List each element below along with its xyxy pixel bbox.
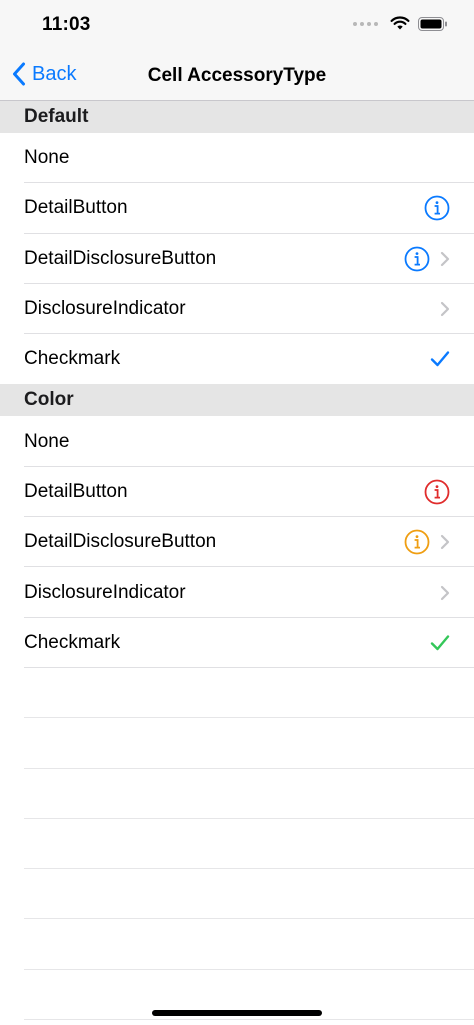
row-label: DisclosureIndicator [24, 581, 186, 603]
row-label: DisclosureIndicator [24, 298, 186, 320]
row-label: DetailButton [24, 197, 128, 219]
section-header-color: Color [0, 384, 474, 417]
row-color-detail-button[interactable]: DetailButton [0, 466, 474, 518]
row-label: DetailButton [24, 480, 128, 502]
info-icon[interactable] [404, 246, 430, 272]
row-default-disclosure-indicator[interactable]: DisclosureIndicator [0, 283, 474, 335]
battery-icon [418, 16, 447, 31]
checkmark-icon [430, 635, 450, 651]
section-header-default: Default [0, 101, 474, 133]
row-label: Checkmark [24, 631, 121, 653]
chevron-right-icon [440, 301, 450, 317]
row-label: DetailDisclosureButton [24, 247, 217, 269]
home-indicator[interactable] [152, 1010, 322, 1016]
info-icon[interactable] [424, 195, 450, 221]
chevron-right-icon [440, 585, 450, 600]
empty-row [0, 819, 474, 870]
status-bar: 11:03 [0, 0, 474, 52]
empty-row [0, 718, 474, 769]
info-icon[interactable] [424, 479, 450, 505]
info-icon[interactable] [404, 529, 430, 555]
empty-row [0, 869, 474, 920]
empty-row [0, 919, 474, 971]
chevron-right-icon [440, 535, 450, 550]
checkmark-icon [430, 351, 450, 367]
status-icons [353, 16, 448, 31]
row-default-none[interactable]: None [0, 133, 474, 184]
page-title: Cell AccessoryType [147, 65, 327, 86]
row-default-detail-button[interactable]: DetailButton [0, 183, 474, 234]
chevron-right-icon [440, 251, 450, 266]
empty-row [0, 668, 474, 719]
cellular-signal-icon [353, 21, 378, 26]
row-label: DetailDisclosureButton [24, 531, 217, 553]
wifi-icon [390, 16, 410, 30]
row-label: None [24, 147, 70, 169]
row-default-detail-disclosure-button[interactable]: DetailDisclosureButton [0, 233, 474, 285]
accessory-table: Default None DetailButton DetailDisclosu… [0, 101, 474, 1021]
row-default-checkmark[interactable]: Checkmark [0, 334, 474, 385]
empty-row [0, 769, 474, 820]
row-color-none[interactable]: None [0, 416, 474, 468]
row-color-disclosure-indicator[interactable]: DisclosureIndicator [0, 567, 474, 618]
row-label: Checkmark [24, 348, 121, 370]
row-label: None [24, 430, 70, 452]
row-color-detail-disclosure-button[interactable]: DetailDisclosureButton [0, 517, 474, 568]
navigation-bar: Back Cell AccessoryType [0, 52, 474, 101]
row-color-checkmark[interactable]: Checkmark [0, 617, 474, 669]
status-time: 11:03 [42, 14, 91, 35]
